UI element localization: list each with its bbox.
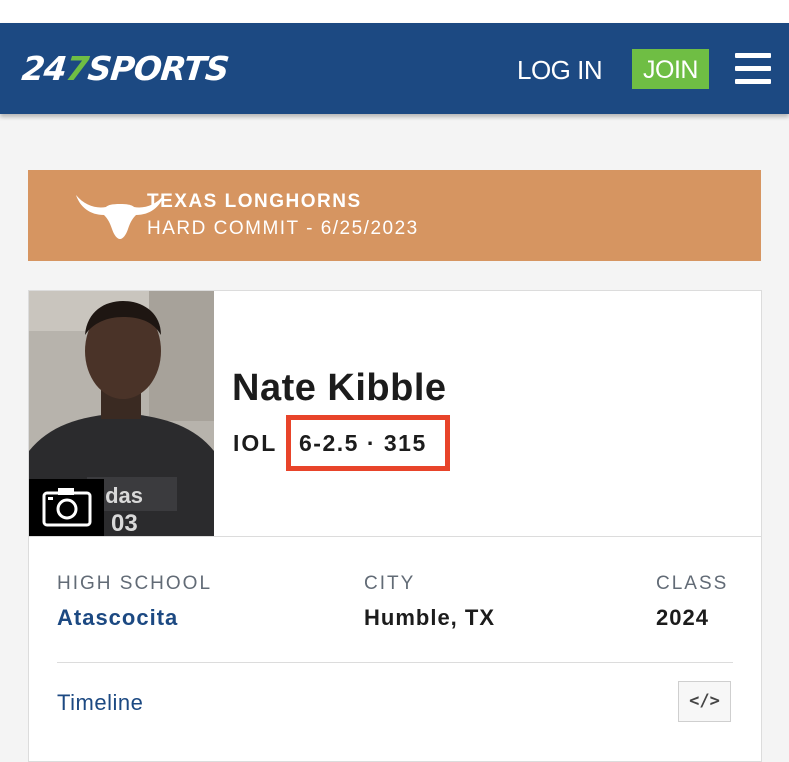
logo-wordmark: SPORTS (85, 49, 231, 88)
join-button[interactable]: JOIN (632, 49, 709, 89)
player-photo[interactable]: idas 03 (29, 291, 214, 536)
embed-code-button[interactable]: </> (678, 681, 731, 722)
jersey-number: 03 (111, 510, 138, 536)
commit-status: HARD COMMIT - 6/25/2023 (147, 218, 419, 239)
camera-icon[interactable] (29, 479, 104, 536)
timeline-link[interactable]: Timeline (57, 690, 143, 716)
player-measurements: 6-2.5 · 315 (299, 430, 427, 456)
class-value: 2024 (656, 605, 709, 630)
class-label: CLASS (656, 573, 729, 594)
player-position: IOL (233, 430, 278, 456)
divider (29, 536, 761, 537)
site-logo[interactable]: 247SPORTS (20, 49, 230, 89)
high-school-label: HIGH SCHOOL (57, 573, 213, 594)
player-card: idas 03 Nate Kibble IOL 6-2.5 · 315 HIGH… (28, 290, 762, 762)
city-label: CITY (364, 573, 416, 594)
divider (57, 662, 733, 663)
logo-digits: 24 (20, 49, 69, 88)
jersey-brand: idas (99, 483, 143, 508)
hamburger-menu-icon[interactable] (735, 53, 771, 85)
city-value: Humble, TX (364, 605, 496, 630)
player-name: Nate Kibble (232, 367, 447, 409)
top-strip (0, 0, 789, 23)
high-school-link[interactable]: Atascocita (57, 605, 178, 631)
login-button[interactable]: LOG IN (517, 55, 603, 86)
commitment-banner[interactable]: TEXAS LONGHORNS HARD COMMIT - 6/25/2023 (28, 170, 761, 261)
site-header: 247SPORTS LOG IN JOIN (0, 23, 789, 114)
commit-team-name: TEXAS LONGHORNS (147, 191, 362, 212)
